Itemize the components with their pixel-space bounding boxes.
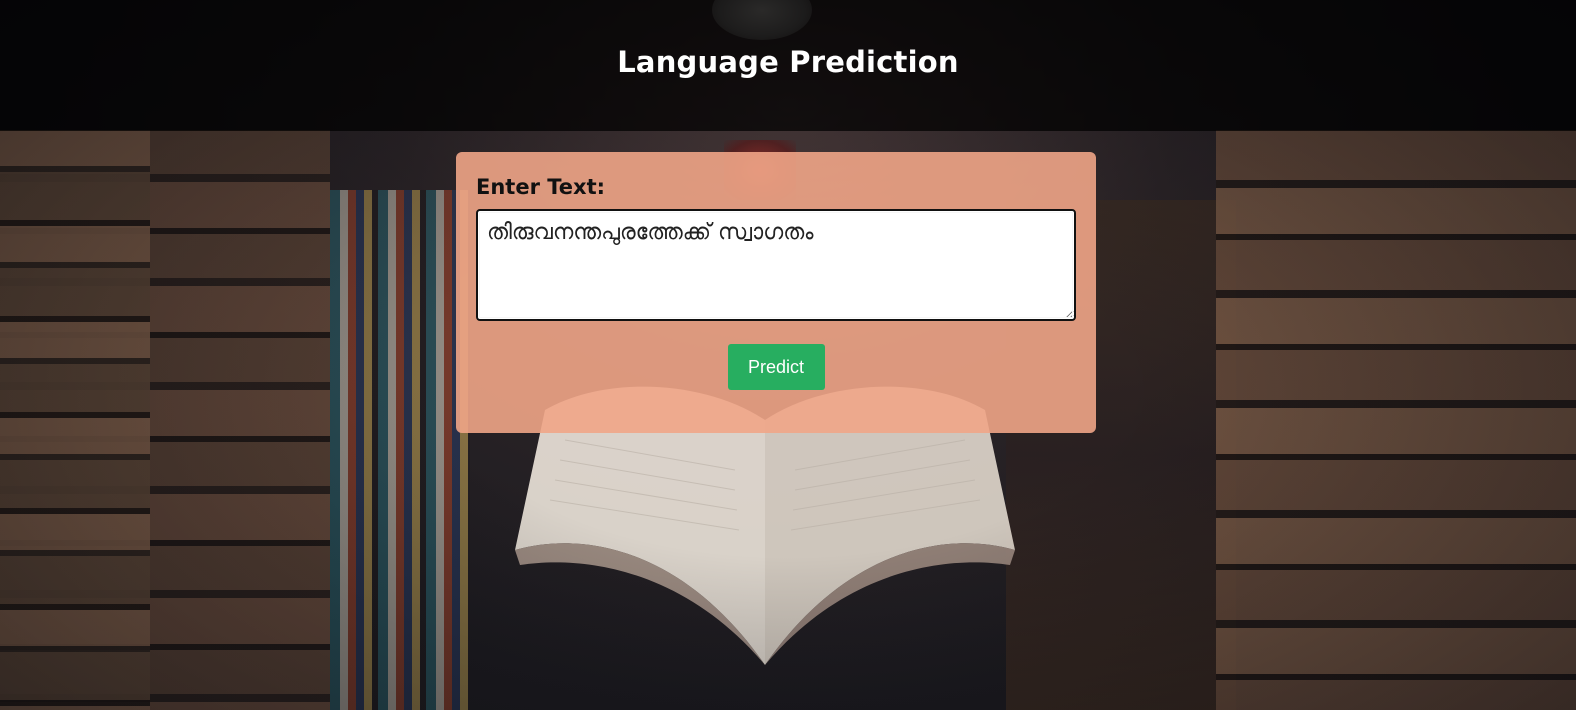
page-title: Language Prediction [617, 44, 959, 79]
predict-button[interactable]: Predict [727, 344, 825, 390]
enter-text-label: Enter Text: [476, 175, 606, 199]
prediction-form: Enter Text: തിരുവനന്തപുരത്തേക്ക് സ്വാഗതം… [456, 152, 1096, 433]
button-row: Predict [476, 344, 1076, 390]
text-input[interactable]: തിരുവനന്തപുരത്തേക്ക് സ്വാഗതം [476, 209, 1076, 321]
page-header: Language Prediction [0, 0, 1576, 131]
